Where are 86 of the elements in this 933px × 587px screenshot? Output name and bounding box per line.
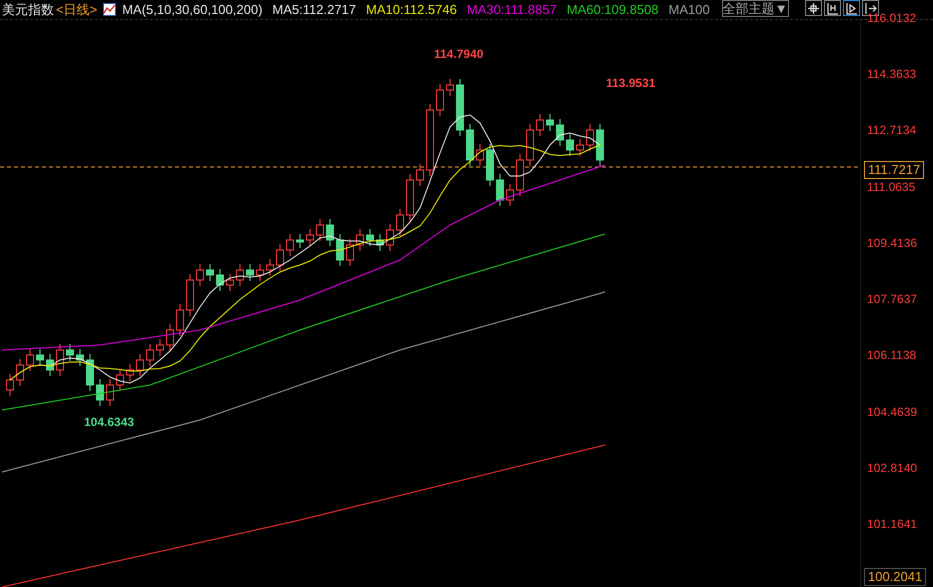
candlestick (556, 118, 564, 146)
toolbar-button[interactable] (824, 0, 841, 16)
candlestick (156, 338, 164, 356)
indicator-label: MA(5,10,30,60,100,200) (122, 2, 262, 17)
candlestick (136, 354, 144, 376)
candlestick (86, 354, 94, 392)
candlestick (116, 368, 124, 392)
bottom-price-box: 100.2041 (864, 568, 926, 586)
candlestick (516, 154, 524, 196)
candlestick (186, 274, 194, 316)
candlestick (576, 138, 584, 156)
candlestick (216, 268, 224, 292)
candlestick (436, 84, 444, 116)
candlestick (356, 228, 364, 252)
candlestick (16, 358, 24, 386)
candlestick (306, 228, 314, 246)
candlestick (106, 378, 114, 406)
candlestick (336, 234, 344, 266)
candlestick (536, 114, 544, 136)
candlestick (206, 264, 214, 282)
candlestick (46, 354, 54, 376)
line-chart-icon[interactable] (103, 3, 116, 16)
price-label: 101.1641 (867, 516, 918, 532)
price-label: 111.0635 (867, 180, 916, 195)
ma-value: MA5:112.2717 (272, 2, 356, 17)
price-label: 112.7134 (867, 123, 918, 138)
current-price-box: 111.7217 (864, 161, 924, 179)
candlestick (296, 234, 304, 248)
candlestick (486, 144, 494, 186)
candlestick (376, 234, 384, 252)
candlestick (546, 114, 554, 132)
candlestick (236, 264, 244, 286)
candlestick (96, 378, 104, 406)
price-label: 107.7637 (867, 292, 918, 308)
price-annotation: 104.6343 (84, 415, 134, 429)
candlestick (146, 344, 154, 366)
price-label: 106.1138 (867, 348, 918, 364)
candlestick (246, 264, 254, 282)
price-annotation: 114.7940 (434, 47, 484, 61)
candlestick (496, 174, 504, 206)
price-label: 114.3633 (867, 67, 918, 82)
candlestick (126, 364, 134, 382)
candlestick (166, 324, 174, 352)
period-label[interactable]: <日线> (56, 0, 98, 18)
price-label: 109.4136 (867, 236, 918, 251)
ma-value: MA100 (668, 2, 710, 17)
candlestick (416, 164, 424, 186)
candlestick (586, 124, 594, 152)
toolbar-button[interactable] (804, 0, 822, 16)
candlestick (596, 124, 604, 166)
price-label: 102.8140 (867, 460, 918, 476)
candlestick (456, 78, 464, 136)
candlestick (76, 348, 84, 366)
candlestick (56, 344, 64, 376)
price-label: 116.0132 (867, 11, 918, 26)
chart-title: 美元指数 (2, 0, 54, 18)
candlestick (526, 124, 534, 166)
candlestick (226, 274, 234, 292)
candlestick (66, 344, 74, 362)
candlestick (36, 348, 44, 366)
candlestick (26, 348, 34, 372)
candlestick (396, 208, 404, 236)
ma-value: MA10:112.5746 (366, 2, 457, 17)
ma-value: MA60:109.8508 (566, 2, 659, 17)
ma-value: MA30:111.8857 (466, 2, 557, 17)
candlestick (266, 258, 274, 276)
candlestick (316, 218, 324, 242)
candlestick (326, 218, 334, 246)
candlestick (386, 224, 394, 252)
candlestick (346, 238, 354, 266)
candlestick (256, 264, 264, 282)
candlestick (176, 304, 184, 336)
price-annotation: 113.9531 (606, 76, 656, 90)
candlestick (286, 234, 294, 256)
candlestick (506, 184, 514, 206)
candlestick (566, 134, 574, 156)
candlestick (466, 124, 474, 166)
candlestick (446, 78, 454, 96)
candlestick (476, 144, 484, 166)
candlestick (366, 228, 374, 246)
toolbar-button[interactable] (842, 0, 860, 16)
price-label: 104.4639 (867, 404, 918, 420)
candlestick (6, 374, 14, 396)
candlestick (196, 264, 204, 286)
candlestick (406, 174, 414, 222)
candlestick (276, 244, 284, 272)
